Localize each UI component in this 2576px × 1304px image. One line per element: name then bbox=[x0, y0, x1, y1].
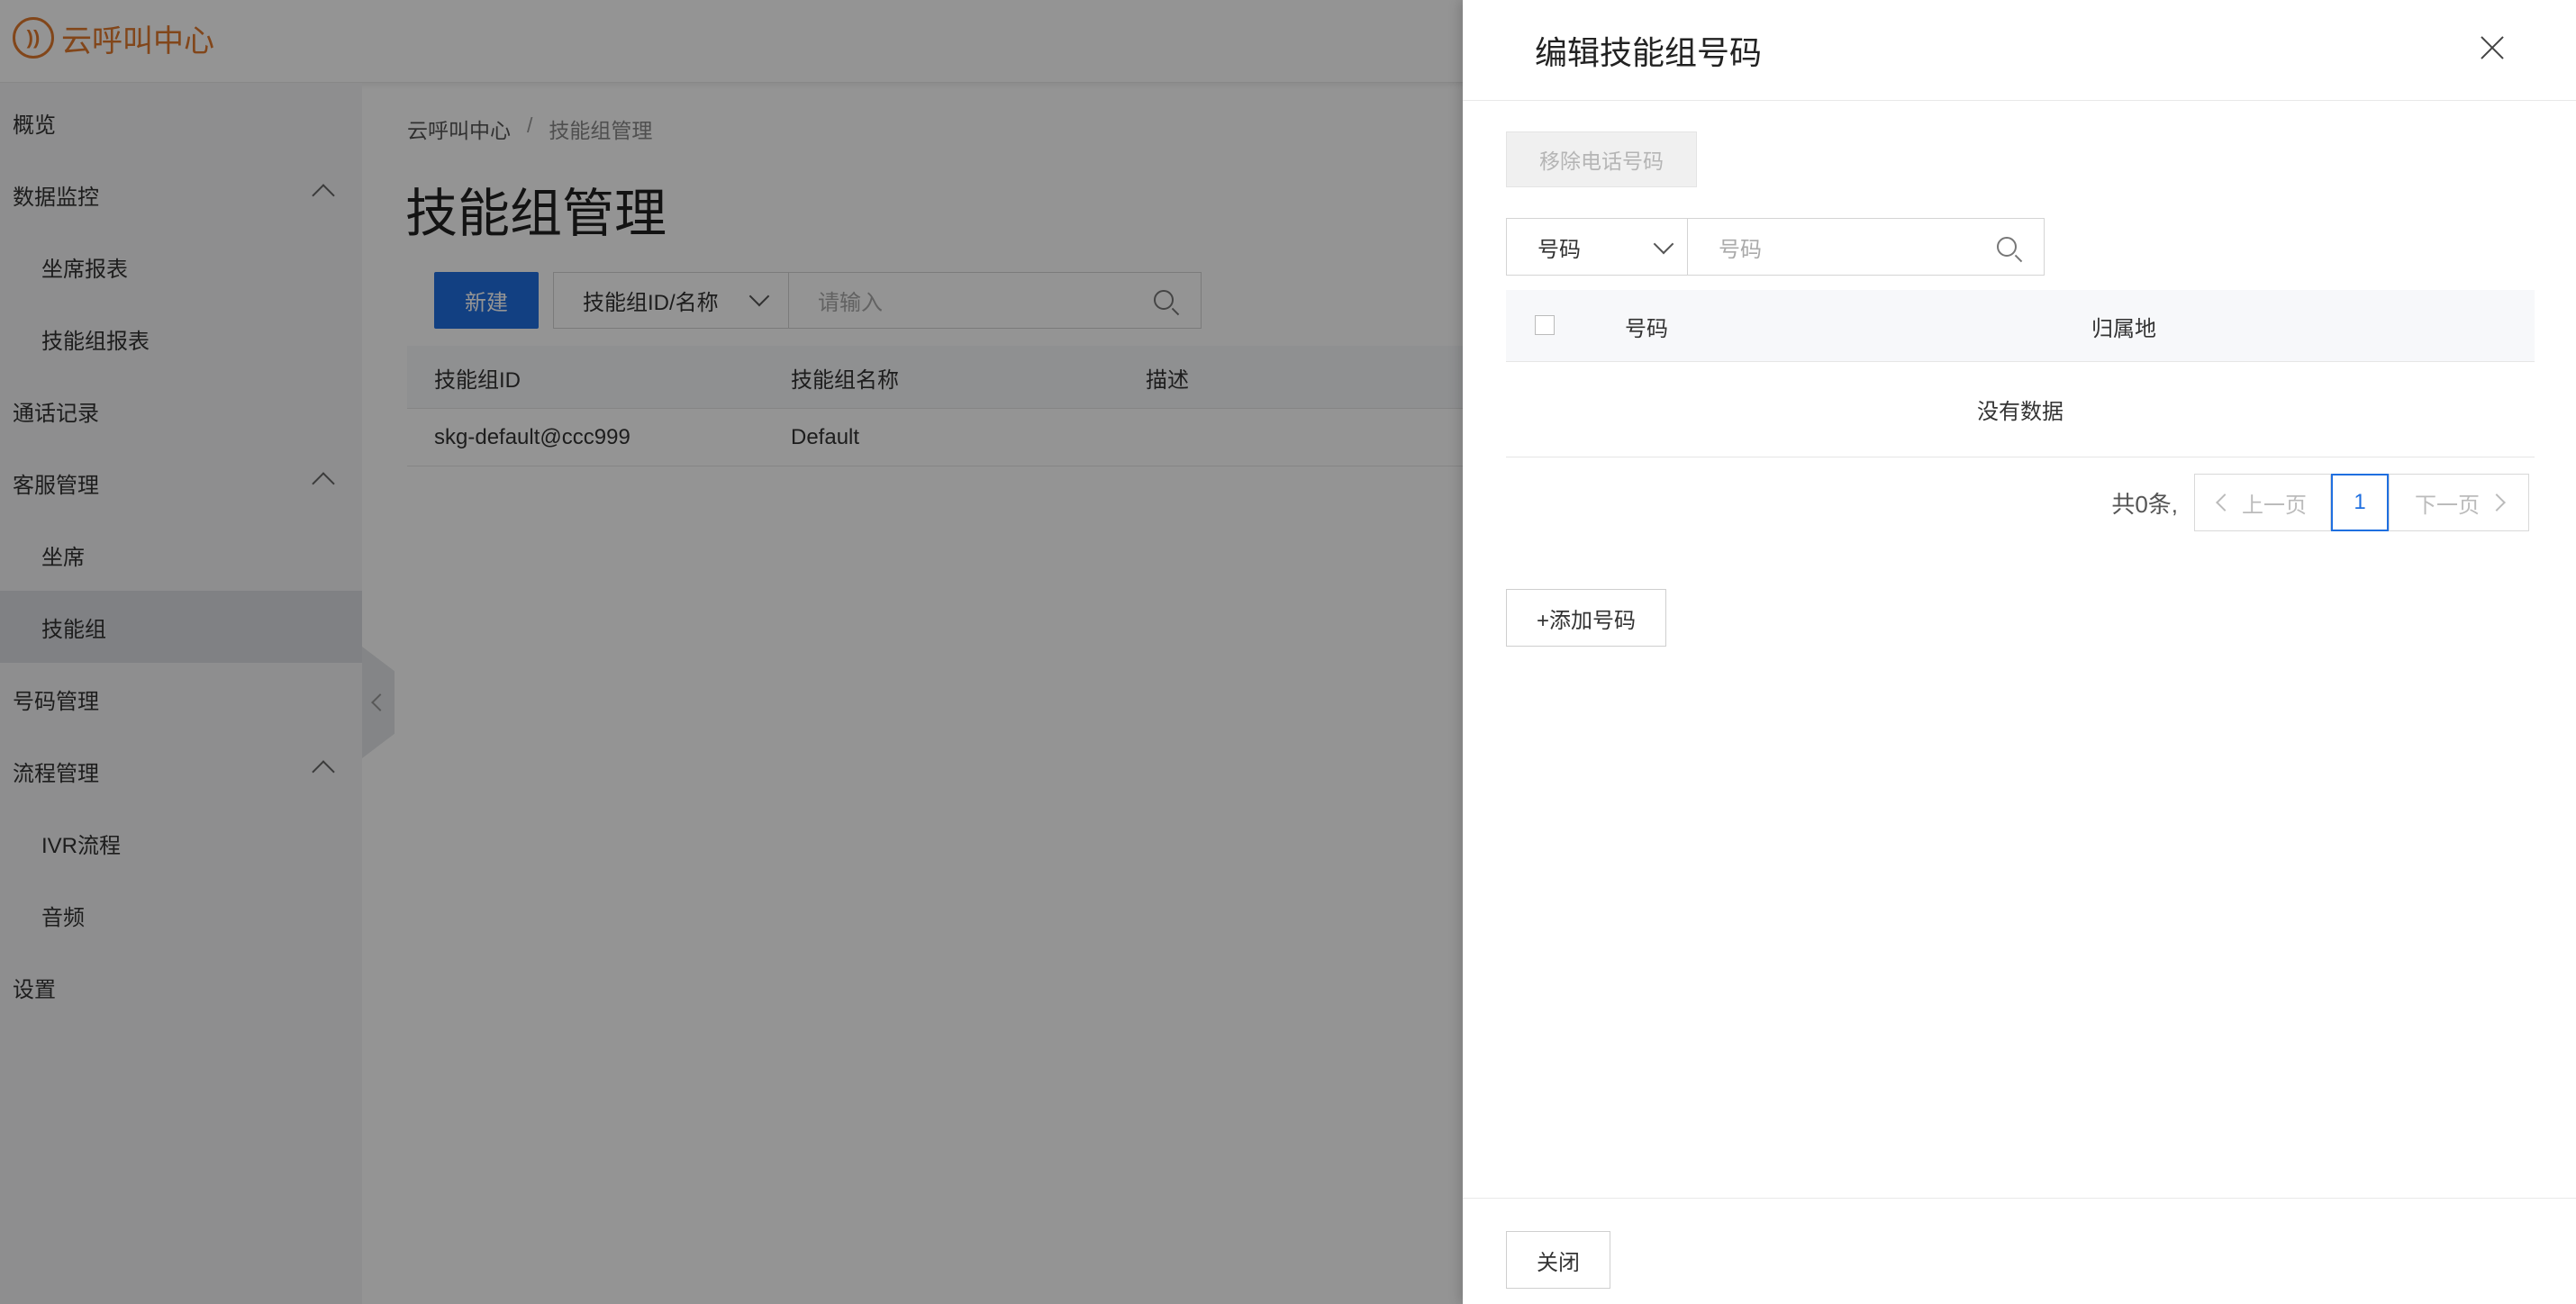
close-icon[interactable] bbox=[2479, 34, 2506, 61]
modal-overlay[interactable] bbox=[0, 0, 1463, 1304]
prev-page-label: 上一页 bbox=[2242, 493, 2307, 518]
search-icon[interactable] bbox=[1997, 237, 2017, 257]
drawer-footer: 关闭 bbox=[1463, 1198, 2576, 1304]
number-search-input[interactable]: 号码 bbox=[1688, 218, 2045, 276]
next-page-label: 下一页 bbox=[2415, 493, 2480, 518]
number-search-placeholder: 号码 bbox=[1719, 237, 1762, 262]
select-all-checkbox[interactable] bbox=[1535, 315, 1555, 335]
prev-page-button[interactable]: 上一页 bbox=[2194, 474, 2331, 531]
close-button[interactable]: 关闭 bbox=[1506, 1231, 1610, 1289]
remove-number-button[interactable]: 移除电话号码 bbox=[1506, 131, 1697, 187]
empty-state: 没有数据 bbox=[1506, 362, 2535, 457]
numbers-table-header: 号码 归属地 bbox=[1506, 290, 2535, 362]
column-header: 归属地 bbox=[2091, 316, 2156, 341]
page-number[interactable]: 1 bbox=[2331, 474, 2389, 531]
next-page-button[interactable]: 下一页 bbox=[2389, 474, 2529, 531]
number-filter-value: 号码 bbox=[1537, 237, 1581, 262]
drawer-header: 编辑技能组号码 bbox=[1463, 0, 2576, 101]
pagination: 共0条, 上一页 1 下一页 bbox=[1463, 474, 2535, 531]
edit-numbers-drawer: 编辑技能组号码 移除电话号码 号码 号码 号码 归属地 没有数据 共0条, 上一… bbox=[1463, 0, 2576, 1304]
column-header: 号码 bbox=[1625, 316, 1668, 341]
number-filter-select[interactable]: 号码 bbox=[1506, 218, 1688, 276]
drawer-title: 编辑技能组号码 bbox=[1535, 34, 1763, 71]
chevron-down-icon bbox=[1653, 233, 1674, 255]
total-count: 共0条, bbox=[2111, 490, 2178, 518]
chevron-left-icon bbox=[2216, 494, 2234, 512]
add-number-button[interactable]: +添加号码 bbox=[1506, 589, 1666, 647]
chevron-right-icon bbox=[2488, 494, 2506, 512]
